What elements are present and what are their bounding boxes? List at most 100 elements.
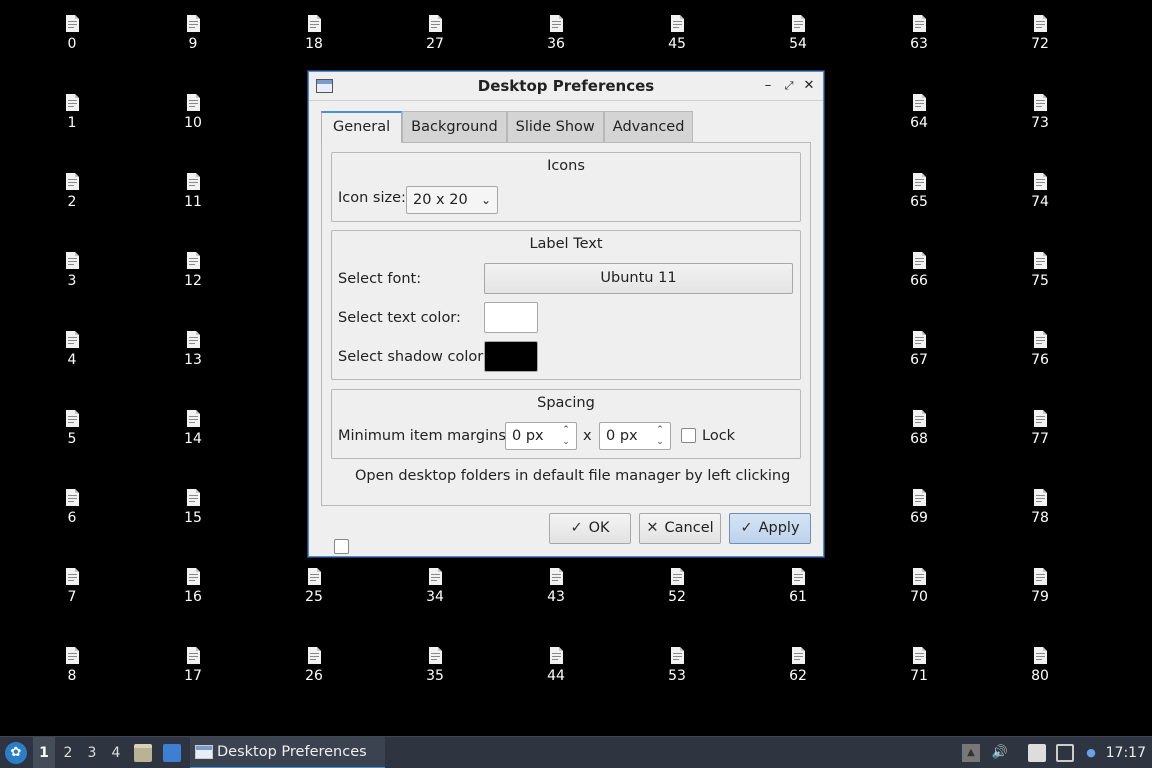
tab-slide-show[interactable]: Slide Show: [506, 111, 604, 142]
desktop-file-icon[interactable]: 63: [889, 15, 949, 52]
desktop-file-icon[interactable]: 68: [889, 410, 949, 447]
ok-button[interactable]: ✓ OK: [549, 513, 631, 544]
desktop-file-icon[interactable]: 27: [405, 15, 465, 52]
margin-x-spinbox[interactable]: 0 px ⌃ ⌄: [505, 422, 577, 450]
desktop-file-icon[interactable]: 7: [42, 568, 102, 605]
tab-background[interactable]: Background: [402, 111, 507, 142]
desktop-file-label: 1: [67, 115, 77, 131]
desktop-file-icon[interactable]: 53: [647, 647, 707, 684]
tab-general[interactable]: General: [321, 111, 403, 143]
file-manager-icon[interactable]: [134, 744, 152, 762]
desktop-file-icon[interactable]: 25: [284, 568, 344, 605]
desktop-file-icon[interactable]: 5: [42, 410, 102, 447]
desktop-file-icon[interactable]: 18: [284, 15, 344, 52]
desktop-file-icon[interactable]: 71: [889, 647, 949, 684]
workspace-3[interactable]: 3: [81, 737, 103, 768]
dialog-titlebar[interactable]: Desktop Preferences – ⤢ ✕: [309, 72, 823, 101]
desktop-file-icon[interactable]: 65: [889, 173, 949, 210]
cancel-button[interactable]: ✕ Cancel: [639, 513, 721, 544]
desktop-file-icon[interactable]: 43: [526, 568, 586, 605]
lock-label: Lock: [702, 428, 736, 444]
desktop-file-icon[interactable]: 9: [163, 15, 223, 52]
margin-y-spinbox[interactable]: 0 px ⌃ ⌄: [599, 422, 671, 450]
desktop-file-icon[interactable]: 79: [1010, 568, 1070, 605]
select-font-button[interactable]: Ubuntu 11: [484, 263, 793, 294]
spin-arrows-icon[interactable]: ⌃ ⌄: [654, 424, 666, 448]
desktop-file-label: 77: [1031, 431, 1049, 447]
text-color-button[interactable]: [484, 302, 538, 333]
desktop-file-icon[interactable]: 3: [42, 252, 102, 289]
desktop-file-icon[interactable]: 75: [1010, 252, 1070, 289]
desktop-file-icon[interactable]: 2: [42, 173, 102, 210]
desktop-file-icon[interactable]: 11: [163, 173, 223, 210]
desktop-file-label: 78: [1031, 510, 1049, 526]
close-icon[interactable]: ✕: [801, 78, 817, 94]
desktop-file-icon[interactable]: 74: [1010, 173, 1070, 210]
document-icon: [428, 15, 442, 32]
minimum-item-margins-label: Minimum item margins:: [338, 428, 511, 444]
ok-label: OK: [588, 520, 610, 536]
desktop-file-icon[interactable]: 17: [163, 647, 223, 684]
desktop-file-icon[interactable]: 64: [889, 94, 949, 131]
notification-icon[interactable]: ●: [1082, 744, 1100, 762]
workspace-1[interactable]: 1: [33, 737, 55, 768]
desktop-file-icon[interactable]: 15: [163, 489, 223, 526]
desktop-file-icon[interactable]: 4: [42, 331, 102, 368]
desktop-file-icon[interactable]: 0: [42, 15, 102, 52]
desktop-file-icon[interactable]: 73: [1010, 94, 1070, 131]
clipboard-icon[interactable]: [1028, 744, 1046, 762]
desktop-file-icon[interactable]: 10: [163, 94, 223, 131]
spin-arrows-icon[interactable]: ⌃ ⌄: [560, 424, 572, 448]
document-icon: [1033, 94, 1047, 111]
desktop-file-icon[interactable]: 6: [42, 489, 102, 526]
minimize-icon[interactable]: –: [760, 78, 776, 94]
desktop-file-icon[interactable]: 69: [889, 489, 949, 526]
desktop-file-icon[interactable]: 54: [768, 15, 828, 52]
desktop-file-icon[interactable]: 77: [1010, 410, 1070, 447]
check-icon: ✓: [740, 520, 753, 536]
desktop-file-icon[interactable]: 8: [42, 647, 102, 684]
lock-checkbox[interactable]: [681, 428, 696, 443]
desktop-file-icon[interactable]: 36: [526, 15, 586, 52]
desktop-file-icon[interactable]: 1: [42, 94, 102, 131]
show-desktop-icon[interactable]: [163, 744, 181, 762]
task-desktop-preferences[interactable]: Desktop Preferences: [190, 737, 385, 768]
desktop-file-icon[interactable]: 44: [526, 647, 586, 684]
desktop-file-label: 0: [67, 36, 77, 52]
maximize-icon[interactable]: ⤢: [781, 78, 797, 94]
desktop-file-icon[interactable]: 12: [163, 252, 223, 289]
apply-button[interactable]: ✓ Apply: [729, 513, 811, 544]
desktop-file-icon[interactable]: 62: [768, 647, 828, 684]
desktop-file-icon[interactable]: 16: [163, 568, 223, 605]
desktop-file-icon[interactable]: 13: [163, 331, 223, 368]
desktop-file-icon[interactable]: 66: [889, 252, 949, 289]
desktop-file-icon[interactable]: 35: [405, 647, 465, 684]
desktop-file-icon[interactable]: 14: [163, 410, 223, 447]
desktop-file-icon[interactable]: 45: [647, 15, 707, 52]
desktop-file-icon[interactable]: 26: [284, 647, 344, 684]
desktop-file-icon[interactable]: 78: [1010, 489, 1070, 526]
network-icon[interactable]: [1056, 744, 1074, 762]
desktop-file-label: 6: [67, 510, 77, 526]
tray-expand-icon[interactable]: ▲: [962, 744, 980, 762]
desktop-file-icon[interactable]: 67: [889, 331, 949, 368]
desktop-file-icon[interactable]: 34: [405, 568, 465, 605]
desktop-file-icon[interactable]: 70: [889, 568, 949, 605]
workspace-4[interactable]: 4: [105, 737, 127, 768]
document-icon: [1033, 568, 1047, 585]
tab-advanced[interactable]: Advanced: [603, 111, 694, 142]
document-icon: [186, 252, 200, 269]
open-folders-checkbox[interactable]: [334, 539, 349, 554]
workspace-2[interactable]: 2: [57, 737, 79, 768]
desktop-file-icon[interactable]: 61: [768, 568, 828, 605]
desktop-file-icon[interactable]: 52: [647, 568, 707, 605]
shadow-color-button[interactable]: [484, 341, 538, 372]
desktop-file-icon[interactable]: 72: [1010, 15, 1070, 52]
desktop-file-icon[interactable]: 80: [1010, 647, 1070, 684]
desktop-file-label: 75: [1031, 273, 1049, 289]
icon-size-select[interactable]: 20 x 20 ⌄: [406, 186, 498, 214]
volume-icon[interactable]: 🔊: [991, 744, 1009, 762]
desktop-file-label: 12: [184, 273, 202, 289]
desktop-file-icon[interactable]: 76: [1010, 331, 1070, 368]
start-menu-icon[interactable]: ✿: [5, 742, 27, 764]
